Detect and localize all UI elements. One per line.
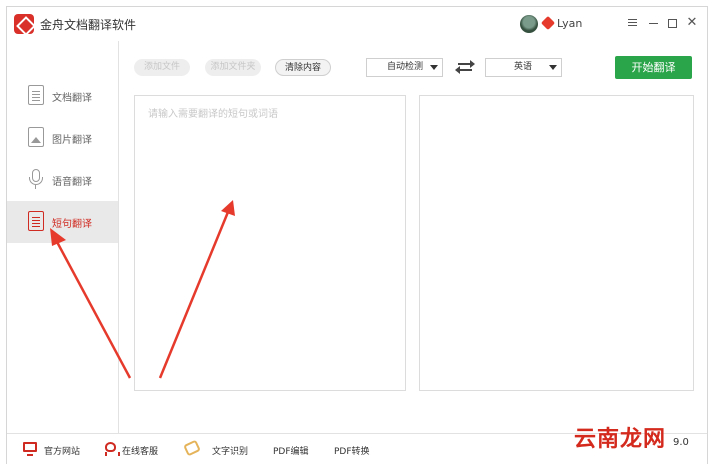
sidebar: 文档翻译 图片翻译 语音翻译 短句翻译 (7, 41, 119, 433)
close-icon[interactable]: ✕ (684, 15, 700, 31)
customer-service-icon (105, 442, 120, 456)
sentence-icon (28, 211, 44, 231)
sidebar-item-sentence-translate[interactable]: 短句翻译 (7, 201, 118, 243)
target-language-value: 英语 (514, 62, 533, 72)
target-language-select[interactable]: 英语 (485, 58, 562, 77)
sidebar-item-label: 语音翻译 (52, 177, 92, 188)
chevron-down-icon (430, 65, 438, 70)
title-bar: 金舟文档翻译软件 Lyan ✕ (7, 7, 707, 41)
source-text-input[interactable]: 请输入需要翻译的短句或词语 (134, 95, 406, 391)
sidebar-item-label: 短句翻译 (52, 219, 92, 230)
add-folder-button[interactable]: 添加文件夹 (205, 59, 261, 76)
translation-output (419, 95, 694, 391)
source-language-select[interactable]: 自动检测 (366, 58, 443, 77)
ocr-icon (183, 439, 201, 457)
clear-button[interactable]: 清除内容 (275, 59, 331, 76)
footer-link-ocr[interactable]: 文字识别 (212, 444, 248, 457)
footer-link-pdf-convert[interactable]: PDF转换 (334, 444, 370, 457)
footer-link-pdf-edit[interactable]: PDF编辑 (273, 444, 309, 457)
app-logo-icon (14, 14, 34, 34)
menu-icon[interactable] (624, 15, 640, 31)
app-title: 金舟文档翻译软件 (40, 18, 137, 32)
watermark-text: 云南龙网 (574, 427, 667, 452)
version-text: 9.0 (673, 437, 689, 448)
user-name[interactable]: Lyan (557, 17, 582, 30)
document-icon (28, 85, 44, 105)
image-icon (28, 127, 44, 147)
add-file-button[interactable]: 添加文件 (134, 59, 190, 76)
app-window: 金舟文档翻译软件 Lyan ✕ 文档翻译 图片翻译 语音翻译 短句翻译 添加文件… (6, 6, 708, 464)
chevron-down-icon (549, 65, 557, 70)
monitor-icon (23, 442, 37, 456)
sidebar-item-label: 图片翻译 (52, 135, 92, 146)
sidebar-item-image-translate[interactable]: 图片翻译 (7, 117, 118, 159)
start-translate-button[interactable]: 开始翻译 (615, 56, 692, 79)
user-avatar[interactable] (520, 15, 538, 33)
footer-link-support[interactable]: 在线客服 (122, 444, 158, 457)
sidebar-item-label: 文档翻译 (52, 93, 92, 104)
sidebar-item-voice-translate[interactable]: 语音翻译 (7, 159, 118, 201)
footer-link-website[interactable]: 官方网站 (44, 444, 80, 457)
input-placeholder: 请输入需要翻译的短句或词语 (148, 109, 278, 120)
microphone-icon (28, 169, 44, 189)
maximize-icon[interactable] (664, 15, 680, 31)
sidebar-item-document-translate[interactable]: 文档翻译 (7, 75, 118, 117)
swap-languages-icon[interactable] (455, 58, 476, 76)
vip-diamond-icon (540, 15, 556, 31)
minimize-icon[interactable] (645, 15, 661, 31)
source-language-value: 自动检测 (387, 62, 424, 72)
